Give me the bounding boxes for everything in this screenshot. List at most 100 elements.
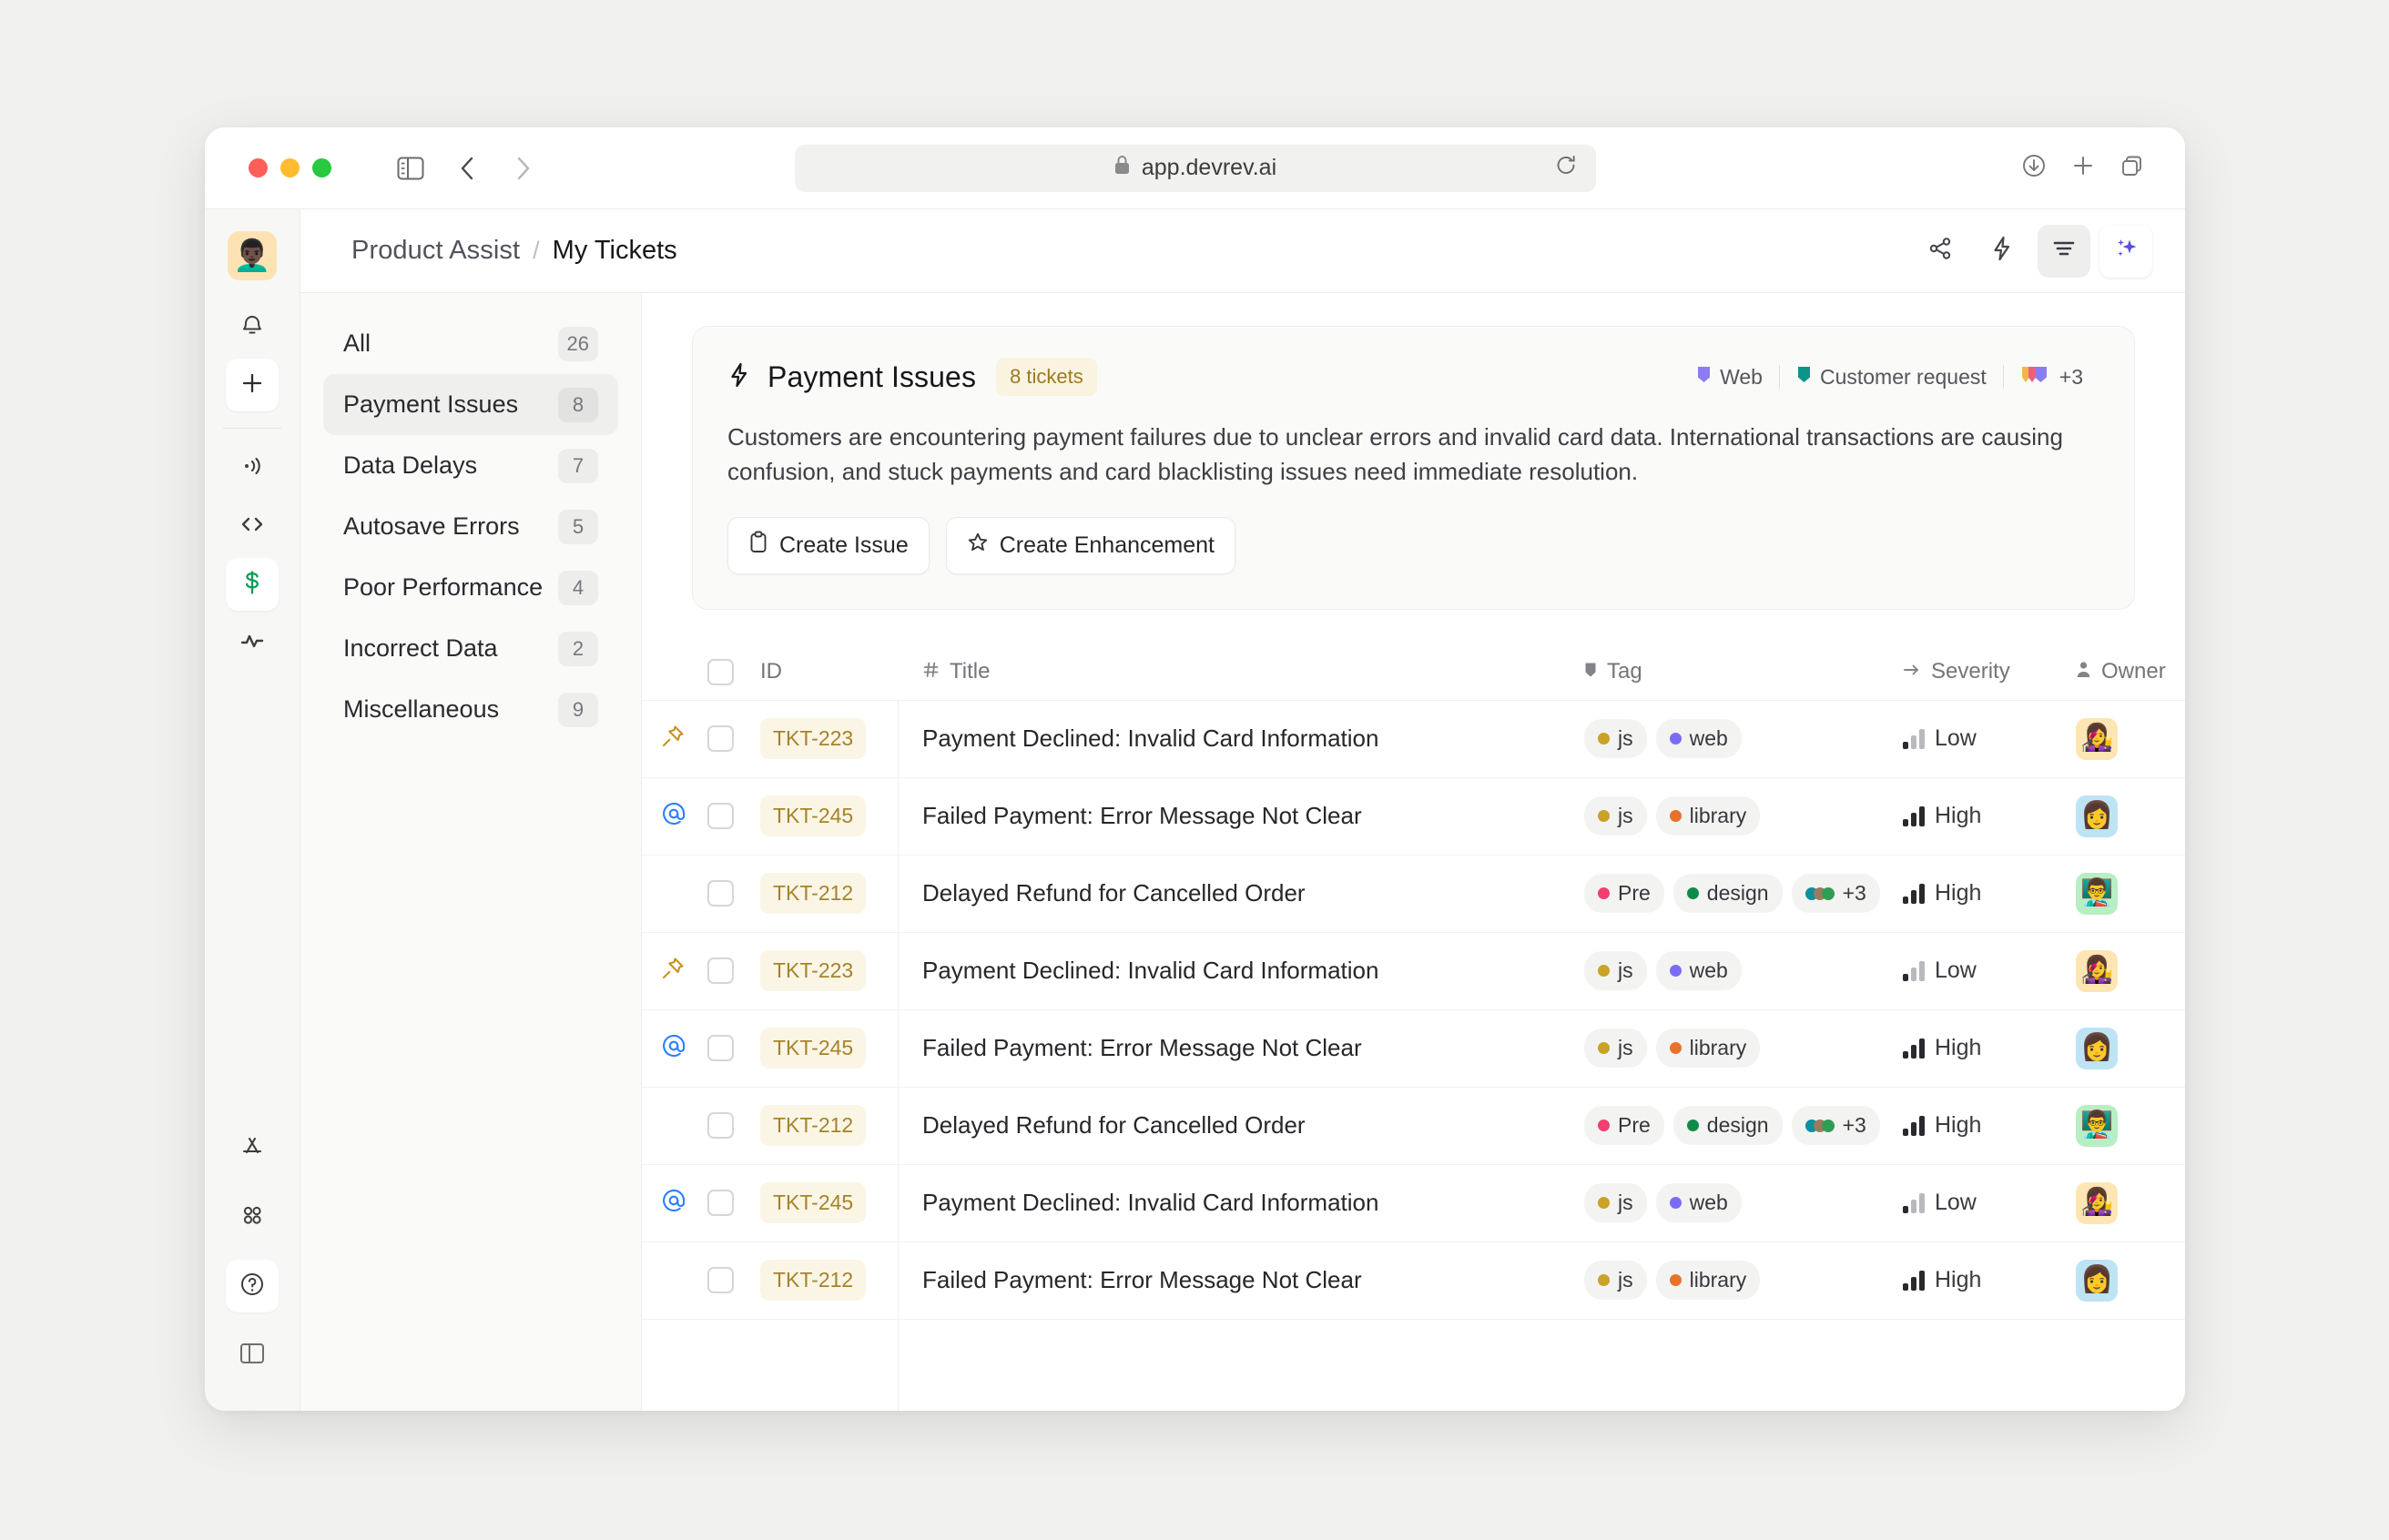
row-checkbox[interactable] — [707, 1190, 760, 1217]
ticket-tag[interactable]: design — [1672, 1106, 1783, 1146]
ticket-tag[interactable]: Pre — [1584, 874, 1664, 914]
ticket-tag[interactable]: js — [1584, 1028, 1647, 1069]
source-chip-customer-request[interactable]: Customer request — [1780, 365, 2003, 390]
rail-item-apps[interactable] — [226, 1121, 279, 1174]
filter-item-data-delays[interactable]: Data Delays 7 — [323, 435, 618, 496]
row-flag-pin[interactable] — [660, 724, 707, 754]
filter-item-incorrect-data[interactable]: Incorrect Data 2 — [323, 618, 618, 679]
row-checkbox[interactable] — [707, 1267, 760, 1294]
ticket-tag[interactable]: design — [1672, 874, 1783, 914]
row-flag-mention[interactable] — [660, 1187, 707, 1219]
ticket-id[interactable]: TKT-212 — [760, 1105, 867, 1147]
owner-avatar[interactable]: 👩‍🎤 — [2076, 1181, 2118, 1224]
row-flag-mention[interactable] — [660, 1032, 707, 1064]
filter-item-poor-performance[interactable]: Poor Performance 4 — [323, 557, 618, 618]
rail-item-create[interactable] — [226, 359, 279, 411]
new-tab-plus-icon[interactable] — [2069, 151, 2098, 185]
tab-overview-icon[interactable] — [2118, 151, 2147, 185]
rail-item-panel[interactable] — [226, 1329, 279, 1382]
source-chip-web[interactable]: Web — [1680, 365, 1779, 390]
rail-item-grid[interactable] — [226, 1190, 279, 1243]
row-checkbox[interactable] — [707, 803, 760, 830]
download-icon[interactable] — [2019, 151, 2048, 185]
ticket-title[interactable]: Delayed Refund for Cancelled Order — [922, 1111, 1306, 1139]
ticket-tag[interactable]: library — [1655, 1261, 1761, 1301]
address-bar[interactable]: app.devrev.ai — [794, 144, 1596, 192]
column-header-id[interactable]: ID — [760, 659, 897, 684]
ticket-id[interactable]: TKT-245 — [760, 795, 867, 837]
rail-item-help[interactable] — [226, 1260, 279, 1312]
filter-item-all[interactable]: All 26 — [323, 313, 618, 374]
sidebar-toggle-icon[interactable] — [386, 147, 435, 189]
owner-avatar[interactable]: 👩 — [2076, 1027, 2118, 1069]
row-checkbox[interactable] — [707, 1035, 760, 1062]
breadcrumb-root[interactable]: Product Assist — [351, 236, 520, 266]
ticket-tag[interactable]: js — [1584, 796, 1647, 836]
ticket-id[interactable]: TKT-245 — [760, 1182, 867, 1224]
ticket-title[interactable]: Delayed Refund for Cancelled Order — [922, 879, 1306, 907]
forward-chevron-icon[interactable] — [499, 147, 548, 189]
ticket-tag[interactable]: web — [1655, 951, 1742, 991]
ticket-tag[interactable]: js — [1584, 1183, 1647, 1223]
ticket-title[interactable]: Payment Declined: Invalid Card Informati… — [922, 957, 1378, 984]
ticket-id[interactable]: TKT-245 — [760, 1028, 867, 1069]
rail-user-avatar[interactable]: 👨🏿‍🦱 — [228, 231, 277, 280]
row-flag-mention[interactable] — [660, 800, 707, 832]
source-chip-more[interactable]: +3 — [2004, 365, 2099, 390]
table-row[interactable]: TKT-223 Payment Declined: Invalid Card I… — [642, 933, 2185, 1010]
table-row[interactable]: TKT-245 Failed Payment: Error Message No… — [642, 1010, 2185, 1088]
automation-button[interactable] — [1976, 225, 2028, 278]
ticket-tag[interactable]: library — [1655, 796, 1761, 836]
ticket-tag-more[interactable]: +3 — [1791, 1106, 1880, 1146]
table-row[interactable]: TKT-212 Delayed Refund for Cancelled Ord… — [642, 856, 2185, 933]
ticket-tag[interactable]: js — [1584, 719, 1647, 759]
ticket-id[interactable]: TKT-212 — [760, 873, 867, 915]
ai-assist-button[interactable] — [2099, 224, 2152, 278]
column-header-owner[interactable]: Owner — [2076, 659, 2185, 684]
filter-item-autosave-errors[interactable]: Autosave Errors 5 — [323, 496, 618, 557]
ticket-title[interactable]: Failed Payment: Error Message Not Clear — [922, 1266, 1362, 1293]
table-row[interactable]: TKT-245 Payment Declined: Invalid Card I… — [642, 1165, 2185, 1242]
rail-item-activity[interactable] — [226, 616, 279, 669]
ticket-title[interactable]: Payment Declined: Invalid Card Informati… — [922, 724, 1378, 752]
ticket-id[interactable]: TKT-223 — [760, 718, 867, 760]
rail-item-notifications[interactable] — [226, 300, 279, 353]
rail-item-billing[interactable] — [226, 558, 279, 611]
reload-icon[interactable] — [1554, 153, 1578, 183]
filter-item-payment-issues[interactable]: Payment Issues 8 — [323, 374, 618, 435]
ticket-tag[interactable]: js — [1584, 1261, 1647, 1301]
ticket-tag[interactable]: library — [1655, 1028, 1761, 1069]
owner-avatar[interactable]: 👩‍🎤 — [2076, 717, 2118, 760]
create-issue-button[interactable]: Create Issue — [727, 516, 930, 574]
column-header-title[interactable]: Title — [897, 659, 1584, 684]
ticket-id[interactable]: TKT-212 — [760, 1260, 867, 1302]
select-all-checkbox[interactable] — [707, 658, 760, 685]
ticket-tag[interactable]: web — [1655, 719, 1742, 759]
ticket-tag[interactable]: Pre — [1584, 1106, 1664, 1146]
ticket-title[interactable]: Failed Payment: Error Message Not Clear — [922, 802, 1362, 829]
row-checkbox[interactable] — [707, 957, 760, 985]
rail-item-code[interactable] — [226, 500, 279, 552]
maximize-window-button[interactable] — [312, 158, 331, 177]
column-header-tag[interactable]: Tag — [1584, 659, 1903, 684]
ticket-id[interactable]: TKT-223 — [760, 950, 867, 992]
table-row[interactable]: TKT-212 Failed Payment: Error Message No… — [642, 1242, 2185, 1320]
create-enhancement-button[interactable]: Create Enhancement — [945, 516, 1236, 574]
minimize-window-button[interactable] — [280, 158, 300, 177]
owner-avatar[interactable]: 👩 — [2076, 1259, 2118, 1302]
table-row[interactable]: TKT-212 Delayed Refund for Cancelled Ord… — [642, 1088, 2185, 1165]
ticket-title[interactable]: Payment Declined: Invalid Card Informati… — [922, 1189, 1378, 1216]
filter-button[interactable] — [2038, 224, 2090, 278]
owner-avatar[interactable]: 👨‍🏫 — [2076, 872, 2118, 915]
back-chevron-icon[interactable] — [442, 147, 492, 189]
share-button[interactable] — [1914, 225, 1967, 278]
column-header-severity[interactable]: Severity — [1903, 659, 2076, 684]
ticket-title[interactable]: Failed Payment: Error Message Not Clear — [922, 1034, 1362, 1061]
owner-avatar[interactable]: 👨‍🏫 — [2076, 1104, 2118, 1147]
ticket-tag[interactable]: js — [1584, 951, 1647, 991]
owner-avatar[interactable]: 👩 — [2076, 795, 2118, 837]
rail-item-broadcast[interactable] — [226, 441, 279, 494]
row-checkbox[interactable] — [707, 880, 760, 907]
row-checkbox[interactable] — [707, 1112, 760, 1140]
table-row[interactable]: TKT-245 Failed Payment: Error Message No… — [642, 778, 2185, 856]
